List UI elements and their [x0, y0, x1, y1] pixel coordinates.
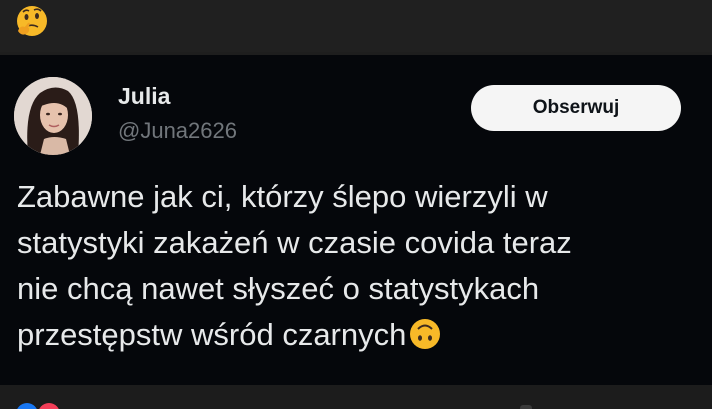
upside-down-face-icon [410, 319, 441, 349]
screenshot-frame: Julia @Juna2626 Obserwuj Zabawne jak ci,… [0, 0, 712, 409]
author-name[interactable]: Julia [118, 83, 170, 110]
like-reaction-icon [16, 403, 38, 409]
tweet-text-line-content: przestępstw wśród czarnych [17, 317, 407, 352]
tweet-text-line: nie chcą nawet słyszeć o statystykach [17, 271, 540, 306]
thinking-face-icon [17, 6, 47, 36]
previous-post-strip [0, 0, 712, 52]
user-avatar-icon [14, 77, 92, 155]
tweet-text: Zabawne jak ci, którzy ślepo wierzyli w … [17, 174, 697, 358]
love-reaction-icon [38, 403, 60, 409]
tweet-card[interactable]: Julia @Juna2626 Obserwuj Zabawne jak ci,… [0, 55, 712, 385]
divider-mark [520, 405, 532, 409]
author-avatar[interactable] [14, 77, 92, 155]
tweet-text-line: statystyki zakażeń w czasie covida teraz [17, 225, 572, 260]
tweet-text-line: Zabawne jak ci, którzy ślepo wierzyli w [17, 179, 548, 214]
tweet-text-line-last: przestępstw wśród czarnych [17, 312, 697, 358]
reactions-strip [0, 385, 712, 409]
follow-button[interactable]: Obserwuj [471, 85, 681, 131]
author-handle[interactable]: @Juna2626 [118, 118, 237, 144]
